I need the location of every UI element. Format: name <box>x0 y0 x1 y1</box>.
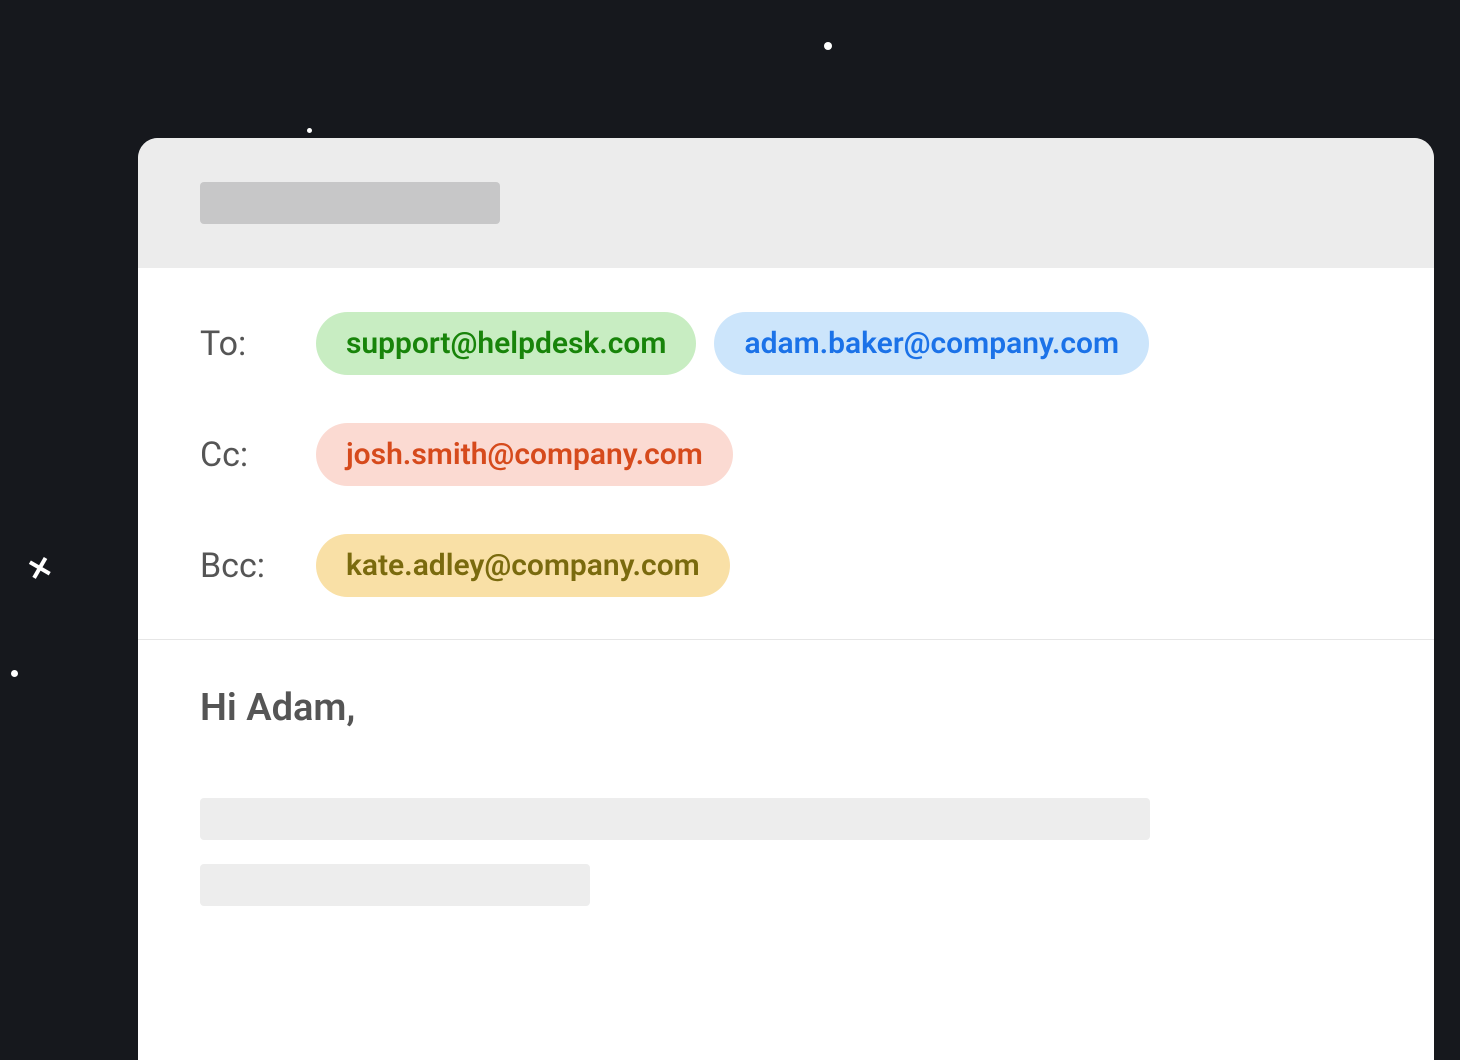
decorative-dot <box>11 670 18 677</box>
recipient-chip[interactable]: adam.baker@company.com <box>714 312 1149 375</box>
decorative-sparkle-icon: ✕ <box>24 552 53 581</box>
recipient-chip[interactable]: kate.adley@company.com <box>316 534 730 597</box>
bcc-label: Bcc: <box>200 546 272 586</box>
bcc-row: Bcc: kate.adley@company.com <box>200 534 1372 597</box>
email-greeting: Hi Adam, <box>200 686 1372 730</box>
bcc-chips[interactable]: kate.adley@company.com <box>316 534 730 597</box>
decorative-dot <box>307 128 312 133</box>
cc-chips[interactable]: josh.smith@company.com <box>316 423 733 486</box>
cc-row: Cc: josh.smith@company.com <box>200 423 1372 486</box>
recipient-chip[interactable]: support@helpdesk.com <box>316 312 696 375</box>
subject-bar[interactable] <box>138 138 1434 268</box>
decorative-dot <box>824 42 832 50</box>
to-label: To: <box>200 324 272 364</box>
cc-label: Cc: <box>200 435 272 475</box>
to-row: To: support@helpdesk.com adam.baker@comp… <box>200 312 1372 375</box>
recipients-section: To: support@helpdesk.com adam.baker@comp… <box>138 268 1434 640</box>
email-compose-window: To: support@helpdesk.com adam.baker@comp… <box>138 138 1434 1060</box>
body-text-placeholder <box>200 864 590 906</box>
recipient-chip[interactable]: josh.smith@company.com <box>316 423 733 486</box>
email-body[interactable]: Hi Adam, <box>138 640 1434 976</box>
to-chips[interactable]: support@helpdesk.com adam.baker@company.… <box>316 312 1149 375</box>
subject-placeholder <box>200 182 500 224</box>
body-text-placeholder <box>200 798 1150 840</box>
